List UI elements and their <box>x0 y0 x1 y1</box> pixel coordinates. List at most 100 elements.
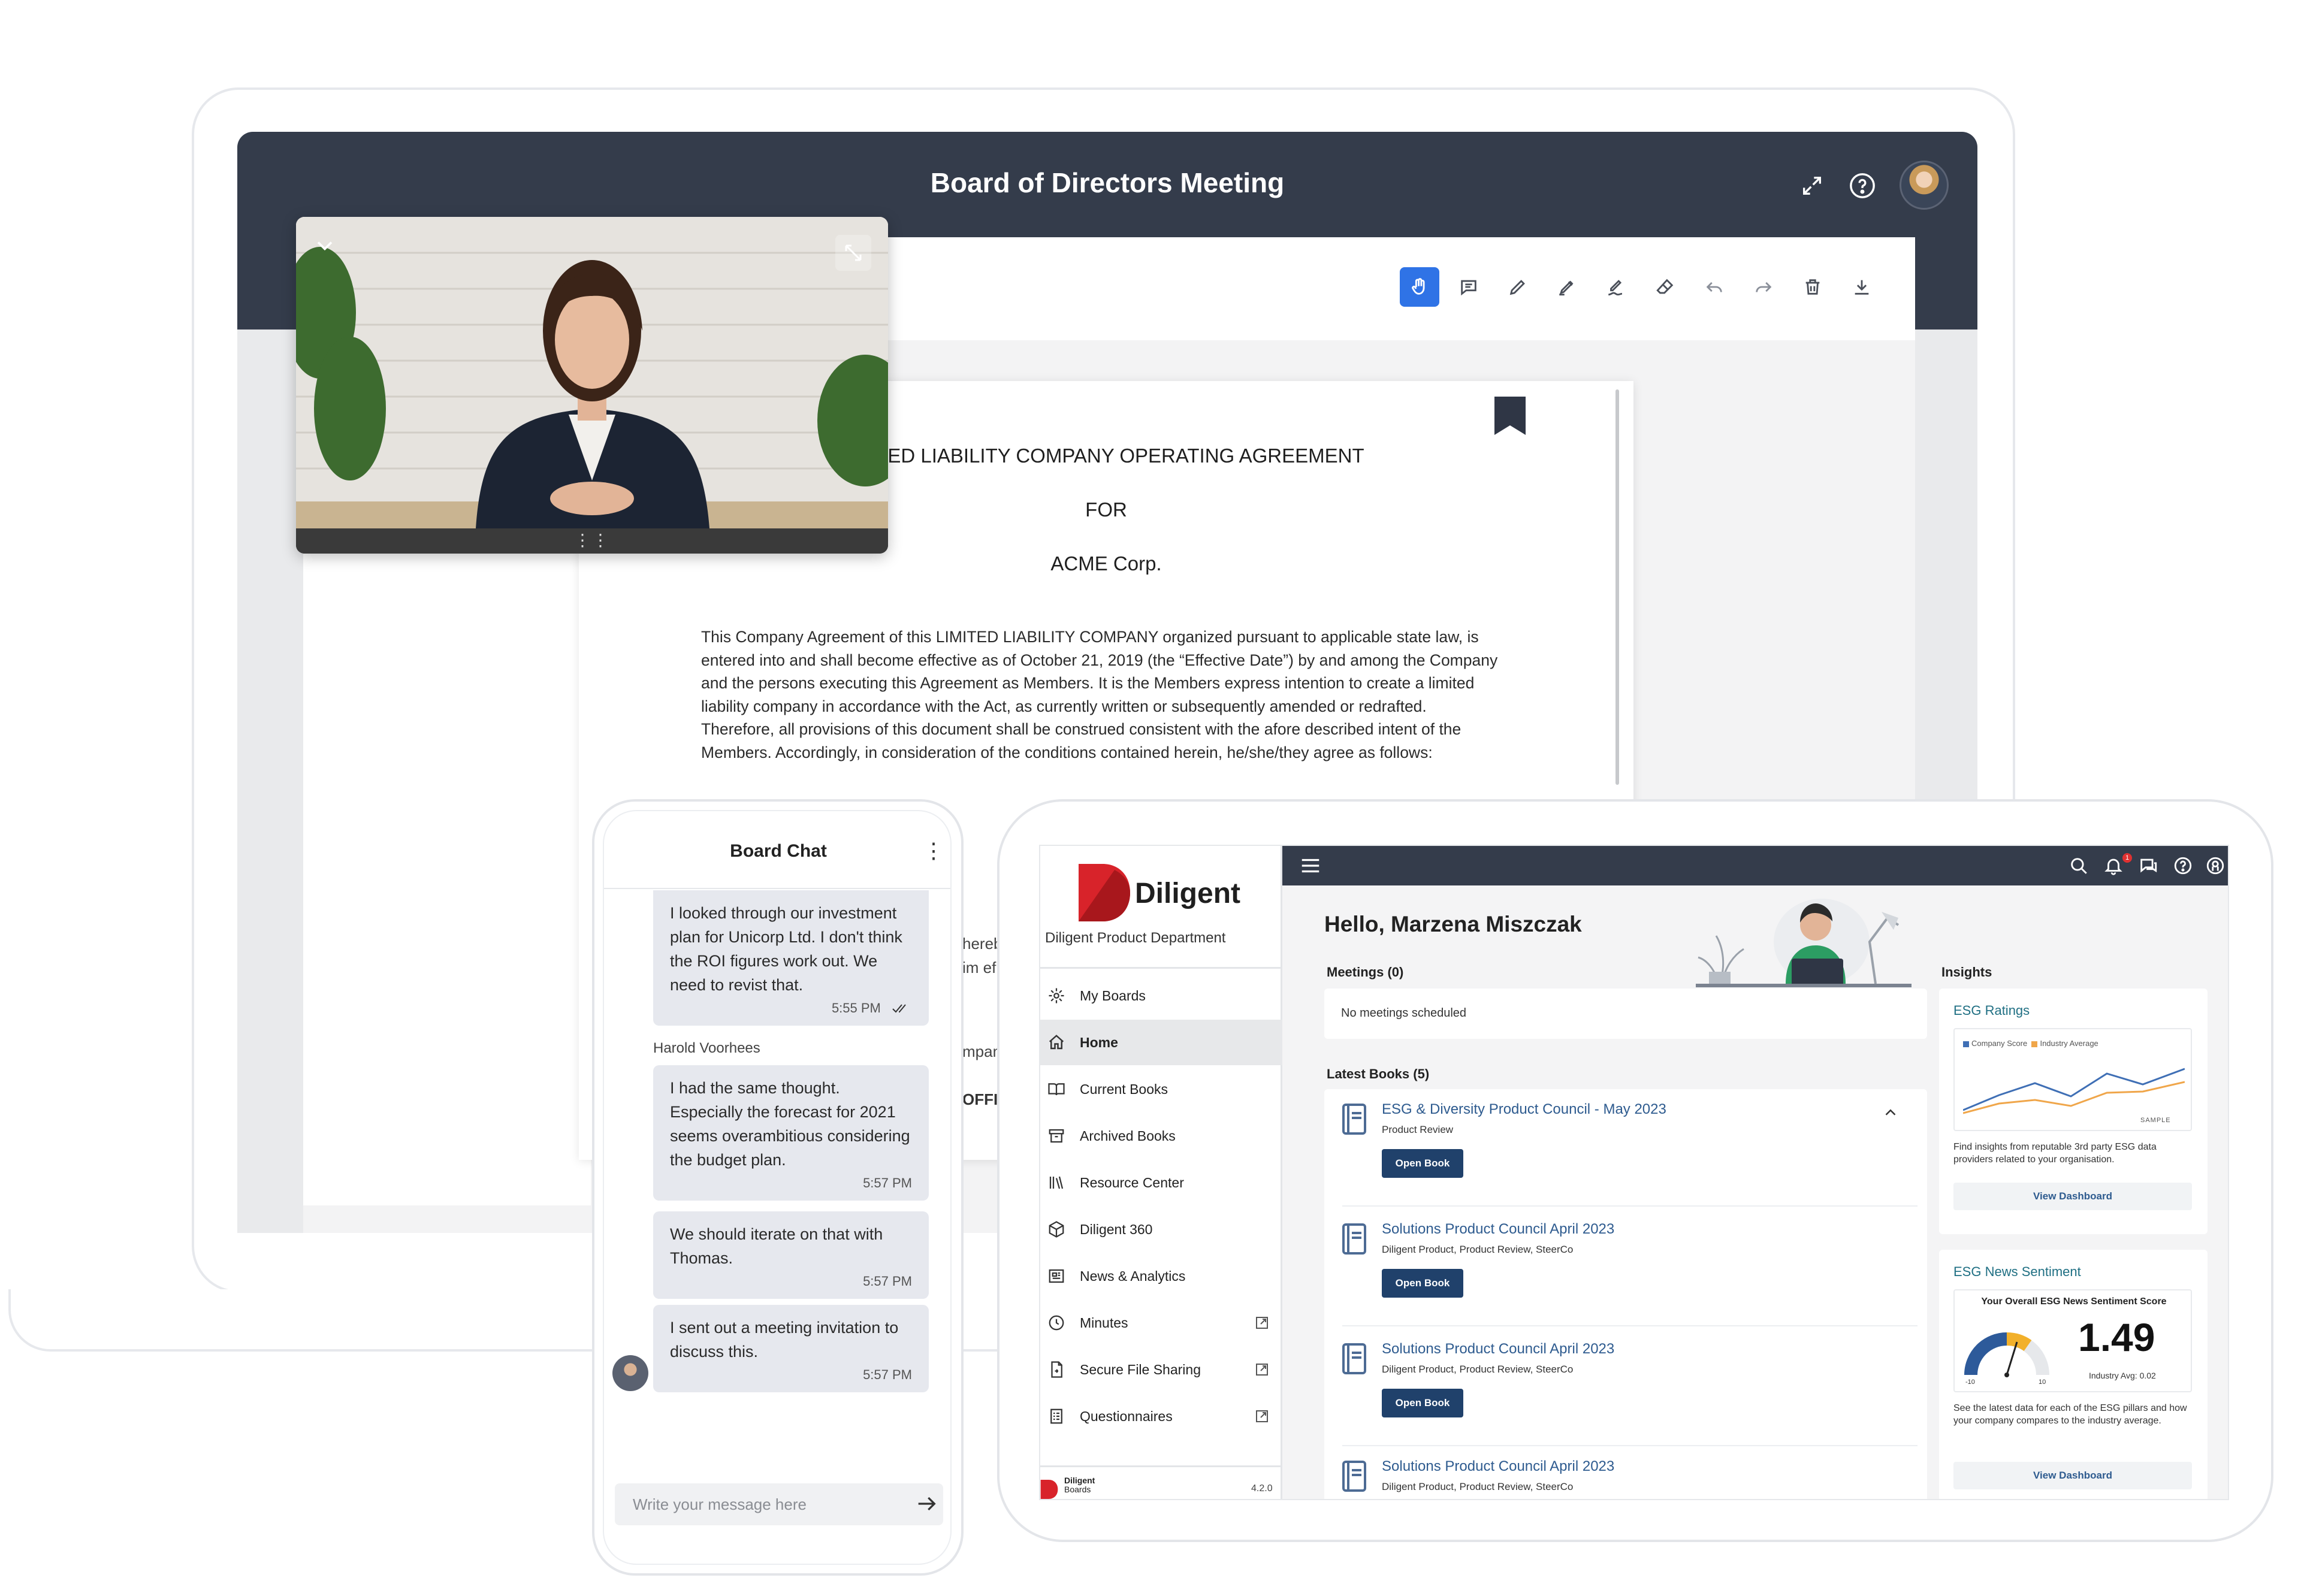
sidebar-item-label: Questionnaires <box>1080 1408 1173 1424</box>
more-options-icon[interactable]: ⋮ <box>923 838 944 866</box>
news-icon <box>1046 1266 1067 1286</box>
meetings-heading: Meetings (0) <box>1327 965 1404 980</box>
bookmark-icon[interactable] <box>1494 397 1526 435</box>
divider <box>604 888 950 889</box>
sidebar-item-home[interactable]: Home <box>1040 1020 1282 1065</box>
open-book-button[interactable]: Open Book <box>1382 1389 1463 1417</box>
video-call-window[interactable]: ⋮⋮ <box>296 217 888 554</box>
sidebar-item-resource-center[interactable]: Resource Center <box>1040 1160 1282 1205</box>
message-text: I looked through our investment plan for… <box>670 904 902 994</box>
help-icon[interactable] <box>2173 856 2194 877</box>
sidebar-item-questionnaires[interactable]: Questionnaires <box>1040 1394 1282 1439</box>
sidebar-item-news-analytics[interactable]: News & Analytics <box>1040 1253 1282 1299</box>
sidebar-item-current-books[interactable]: Current Books <box>1040 1066 1282 1112</box>
sidebar-item-diligent-360[interactable]: Diligent 360 <box>1040 1207 1282 1252</box>
message-text: We should iterate on that with Thomas. <box>670 1225 883 1267</box>
industry-average-line <box>1963 1081 2185 1114</box>
menu-icon[interactable] <box>1299 854 1322 877</box>
insights-heading: Insights <box>1941 965 1992 980</box>
cube-icon <box>1046 1219 1067 1240</box>
diligent-logo <box>1079 864 1130 921</box>
sidebar-item-label: Resource Center <box>1080 1174 1184 1190</box>
user-profile-icon[interactable] <box>2205 856 2227 877</box>
sidebar-item-minutes[interactable]: Minutes <box>1040 1300 1282 1346</box>
book-item: Solutions Product Council April 2023 Dil… <box>1342 1209 1918 1326</box>
trash-icon[interactable] <box>1793 267 1832 307</box>
sidebar-item-label: Secure File Sharing <box>1080 1361 1201 1377</box>
read-receipt-icon <box>892 1004 906 1013</box>
external-link-icon <box>1256 1410 1268 1422</box>
book-title[interactable]: Solutions Product Council April 2023 <box>1382 1341 1614 1358</box>
chat-message[interactable]: We should iterate on that with Thomas. 5… <box>653 1211 929 1299</box>
hand-icon[interactable] <box>1400 267 1439 307</box>
book-item: Solutions Product Council April 2023 Dil… <box>1342 1329 1918 1446</box>
esg-ratings-description: Find insights from reputable 3rd party E… <box>1953 1142 2157 1165</box>
pen-icon[interactable] <box>1498 267 1538 307</box>
library-icon <box>1046 1172 1067 1193</box>
book-item: Solutions Product Council April 2023 Dil… <box>1342 1446 1918 1499</box>
sentiment-score: 1.49 <box>2078 1315 2155 1359</box>
latest-books-card: ESG & Diversity Product Council - May 20… <box>1324 1089 1927 1499</box>
book-title[interactable]: Solutions Product Council April 2023 <box>1382 1458 1614 1475</box>
highlighter-icon[interactable] <box>1547 267 1587 307</box>
sidebar-item-archived-books[interactable]: Archived Books <box>1040 1113 1282 1159</box>
document-company: ACME Corp. <box>1050 552 1162 575</box>
divider <box>1040 967 1282 969</box>
clock-icon <box>1046 1313 1067 1333</box>
chart-legend: Company Score Industry Average <box>1963 1039 2098 1048</box>
drag-handle[interactable]: ⋮⋮ <box>296 528 888 554</box>
redo-icon[interactable] <box>1744 267 1783 307</box>
expand-video-icon[interactable] <box>835 235 871 271</box>
open-book-button[interactable]: Open Book <box>1382 1149 1463 1178</box>
chevron-down-icon[interactable] <box>312 232 338 259</box>
industry-average-value: Industry Avg: 0.02 <box>2089 1371 2156 1380</box>
message-text: I had the same thought. Especially the f… <box>670 1079 910 1169</box>
esg-news-sentiment-card: ESG News Sentiment Your Overall ESG News… <box>1939 1250 2208 1499</box>
chat-message[interactable]: I had the same thought. Especially the f… <box>653 1065 929 1201</box>
message-input[interactable]: Write your message here <box>615 1483 943 1525</box>
search-icon[interactable] <box>2069 856 2090 877</box>
greeting: Hello, Marzena Miszczak <box>1324 912 1582 936</box>
chat-message[interactable]: I sent out a meeting invitation to discu… <box>653 1305 929 1392</box>
chat-message[interactable]: I looked through our investment plan for… <box>653 890 929 1026</box>
department-name: Diligent Product Department <box>1045 930 1226 946</box>
esg-ratings-title[interactable]: ESG Ratings <box>1953 1003 2030 1018</box>
document-fragment: mpan <box>962 1042 1002 1060</box>
chat-title: Board Chat <box>730 841 827 861</box>
open-book-button[interactable]: Open Book <box>1382 1269 1463 1298</box>
sidebar-item-label: My Boards <box>1080 987 1146 1003</box>
comment-icon[interactable] <box>1449 267 1488 307</box>
book-icon <box>1342 1223 1366 1255</box>
esg-news-title[interactable]: ESG News Sentiment <box>1953 1264 2081 1280</box>
book-subtitle: Diligent Product, Product Review, SteerC… <box>1382 1244 1574 1255</box>
help-icon[interactable] <box>1846 169 1879 202</box>
book-title[interactable]: ESG & Diversity Product Council - May 20… <box>1382 1101 1666 1118</box>
bell-icon[interactable] <box>2103 856 2125 877</box>
signature-icon[interactable] <box>1596 267 1636 307</box>
avatar <box>612 1355 648 1391</box>
home-icon <box>1046 1032 1067 1053</box>
download-icon[interactable] <box>1842 267 1882 307</box>
document-fragment: im ef <box>962 959 997 977</box>
eraser-icon[interactable] <box>1645 267 1685 307</box>
user-avatar[interactable] <box>1900 161 1949 210</box>
expand-icon[interactable] <box>1795 169 1829 202</box>
external-link-icon <box>1256 1317 1268 1329</box>
document-fragment: hereb <box>962 935 1002 953</box>
book-title[interactable]: Solutions Product Council April 2023 <box>1382 1221 1614 1238</box>
send-arrow-icon[interactable] <box>914 1492 938 1516</box>
view-dashboard-button[interactable]: View Dashboard <box>1953 1183 2192 1210</box>
book-icon <box>1342 1104 1366 1135</box>
undo-icon[interactable] <box>1695 267 1734 307</box>
main-content: Hello, Marzena Miszczak Meetings (0) No … <box>1282 885 2228 1499</box>
message-time: 5:57 PM <box>863 1367 912 1382</box>
view-dashboard-button[interactable]: View Dashboard <box>1953 1462 2192 1489</box>
chat-icon[interactable] <box>2138 856 2160 877</box>
document-scrollbar[interactable] <box>1615 389 1619 785</box>
sidebar-item-my-boards[interactable]: My Boards <box>1040 973 1282 1018</box>
divider <box>1040 1465 1282 1467</box>
sentiment-box-title: Your Overall ESG News Sentiment Score <box>1981 1296 2167 1307</box>
sidebar-item-secure-file-sharing[interactable]: Secure File Sharing <box>1040 1347 1282 1392</box>
diligent-boards-app: Diligent Diligent Product Department My … <box>1039 845 2229 1500</box>
footer-brand: Diligent Boards <box>1064 1476 1095 1494</box>
